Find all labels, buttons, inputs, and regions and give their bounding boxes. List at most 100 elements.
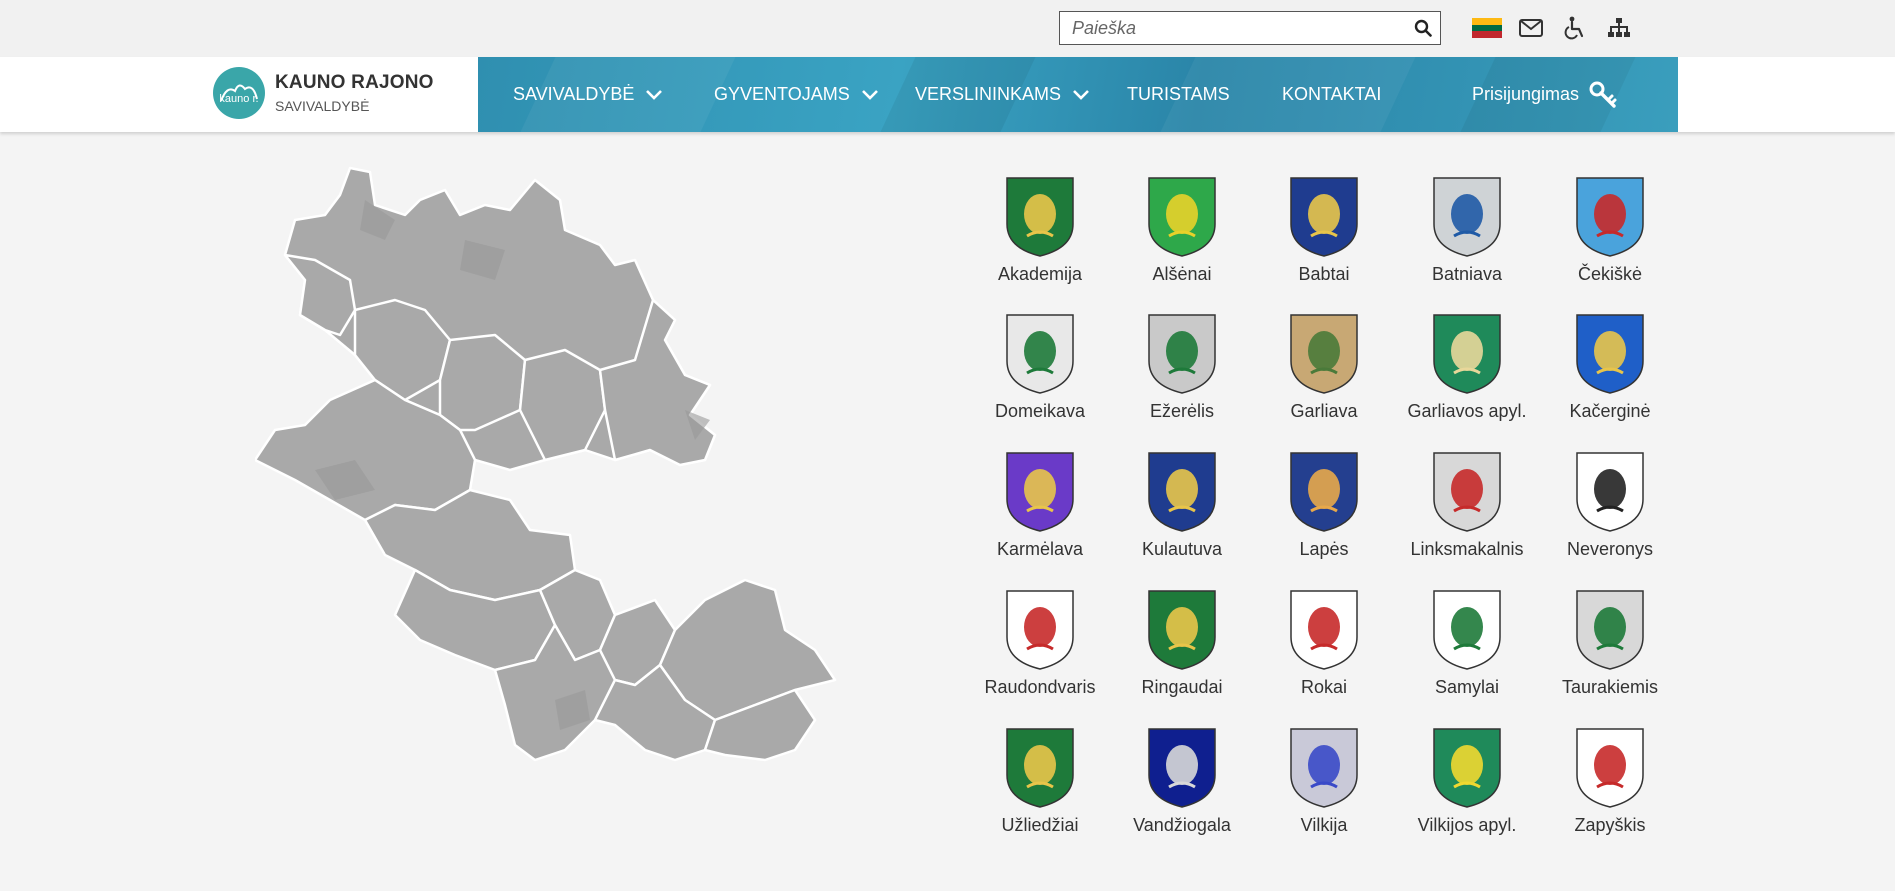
coat-of-arms-label: Neveronys	[1566, 539, 1654, 559]
login-button[interactable]: Prisijungimas	[1472, 57, 1617, 132]
coat-of-arms-icon	[1433, 314, 1501, 394]
coat-of-arms-item[interactable]: Raudondvaris	[970, 589, 1110, 698]
coat-of-arms-item[interactable]: Vilkija	[1254, 727, 1394, 836]
coat-of-arms-item[interactable]: Lapės	[1254, 451, 1394, 560]
coat-of-arms-label: Akademija	[997, 264, 1083, 284]
coat-of-arms-label: Lapės	[1299, 539, 1349, 559]
coat-of-arms-icon	[1006, 452, 1074, 532]
coat-of-arms-item[interactable]: Vandžiogala	[1112, 727, 1252, 836]
coat-of-arms-item[interactable]: Vilkijos apyl.	[1397, 727, 1537, 836]
coat-of-arms-item[interactable]: Neveronys	[1540, 451, 1680, 560]
coat-of-arms-item[interactable]: Taurakiemis	[1540, 589, 1680, 698]
coat-of-arms-icon	[1290, 590, 1358, 670]
coat-of-arms-icon	[1290, 314, 1358, 394]
coat-of-arms-item[interactable]: Kulautuva	[1112, 451, 1252, 560]
coat-of-arms-item[interactable]: Domeikava	[970, 313, 1110, 422]
coat-of-arms-icon	[1290, 452, 1358, 532]
coat-of-arms-icon	[1148, 728, 1216, 808]
coat-of-arms-icon	[1148, 177, 1216, 257]
chevron-down-icon	[646, 89, 663, 100]
site-logo[interactable]: kauno r. KAUNO RAJONO SAVIVALDYBĖ	[213, 67, 434, 119]
nav-item-label: KONTAKTAI	[1282, 84, 1382, 104]
coat-of-arms-item[interactable]: Čekiškė	[1540, 176, 1680, 285]
nav-item-kontaktai[interactable]: KONTAKTAI	[1282, 57, 1381, 132]
coat-of-arms-item[interactable]: Alšėnai	[1112, 176, 1252, 285]
coat-of-arms-icon	[1148, 590, 1216, 670]
coat-of-arms-icon	[1290, 177, 1358, 257]
coat-of-arms-label: Ringaudai	[1141, 677, 1223, 697]
coat-of-arms-icon	[1576, 314, 1644, 394]
coat-of-arms-icon	[1148, 452, 1216, 532]
coat-of-arms-label: Vilkijos apyl.	[1417, 815, 1517, 835]
coat-of-arms-label: Vilkija	[1300, 815, 1348, 835]
coat-of-arms-label: Linksmakalnis	[1410, 539, 1524, 559]
logo-subtitle: SAVIVALDYBĖ	[275, 98, 370, 114]
nav-item-label: TURISTAMS	[1127, 84, 1230, 104]
coat-of-arms-item[interactable]: Karmėlava	[970, 451, 1110, 560]
coat-of-arms-item[interactable]: Ringaudai	[1112, 589, 1252, 698]
mail-icon	[1519, 19, 1543, 37]
coat-of-arms-item[interactable]: Zapyškis	[1540, 727, 1680, 836]
coat-of-arms-item[interactable]: Garliavos apyl.	[1397, 313, 1537, 422]
coat-of-arms-item[interactable]: Babtai	[1254, 176, 1394, 285]
coat-of-arms-item[interactable]: Ežerėlis	[1112, 313, 1252, 422]
nav-item-turistams[interactable]: TURISTAMS	[1127, 57, 1230, 132]
coat-of-arms-icon	[1433, 728, 1501, 808]
coat-of-arms-icon	[1433, 177, 1501, 257]
search-input[interactable]	[1060, 12, 1406, 44]
map-region	[658, 578, 837, 722]
coat-of-arms-item[interactable]: Garliava	[1254, 313, 1394, 422]
utility-bar	[0, 0, 1895, 57]
search-icon	[1414, 19, 1432, 37]
logo-title: KAUNO RAJONO	[275, 72, 434, 93]
coat-of-arms-icon	[1576, 452, 1644, 532]
coat-of-arms-label: Alšėnai	[1152, 264, 1212, 284]
map-region	[363, 488, 577, 602]
coat-of-arms-item[interactable]: Samylai	[1397, 589, 1537, 698]
coat-of-arms-icon	[1006, 590, 1074, 670]
coat-of-arms-label: Raudondvaris	[984, 677, 1096, 697]
coat-of-arms-label: Samylai	[1434, 677, 1500, 697]
nav-item-label: SAVIVALDYBĖ	[513, 84, 635, 104]
logo-emblem: kauno r.	[213, 67, 265, 119]
coat-of-arms-label: Užliedžiai	[1001, 815, 1079, 835]
coat-of-arms-icon	[1576, 177, 1644, 257]
coat-of-arms-item[interactable]: Rokai	[1254, 589, 1394, 698]
district-map[interactable]	[255, 160, 895, 800]
coat-of-arms-item[interactable]: Linksmakalnis	[1397, 451, 1537, 560]
accessibility-icon	[1564, 16, 1584, 40]
language-button[interactable]	[1472, 14, 1502, 42]
coat-of-arms-item[interactable]: Užliedžiai	[970, 727, 1110, 836]
lithuanian-flag-icon	[1472, 18, 1502, 38]
accessibility-button[interactable]	[1560, 14, 1590, 42]
coat-of-arms-icon	[1006, 728, 1074, 808]
coat-of-arms-label: Zapyškis	[1574, 815, 1646, 835]
key-icon	[1589, 81, 1617, 108]
mail-button[interactable]	[1516, 14, 1546, 42]
coat-of-arms-label: Batniava	[1431, 264, 1503, 284]
coat-of-arms-label: Karmėlava	[996, 539, 1084, 559]
coat-of-arms-icon	[1576, 728, 1644, 808]
coat-of-arms-label: Kačerginė	[1569, 401, 1651, 421]
search-button[interactable]	[1406, 12, 1440, 44]
nav-item-savivaldybe[interactable]: SAVIVALDYBĖ	[513, 57, 664, 132]
coat-of-arms-label: Taurakiemis	[1561, 677, 1659, 697]
search-box	[1059, 11, 1441, 45]
coat-of-arms-label: Kulautuva	[1141, 539, 1223, 559]
coat-of-arms-item[interactable]: Batniava	[1397, 176, 1537, 285]
coat-of-arms-icon	[1433, 452, 1501, 532]
nav-item-gyventojams[interactable]: GYVENTOJAMS	[714, 57, 880, 132]
sitemap-icon	[1608, 18, 1630, 37]
coat-of-arms-icon	[1006, 177, 1074, 257]
coat-of-arms-item[interactable]: Akademija	[970, 176, 1110, 285]
coat-of-arms-label: Čekiškė	[1577, 264, 1643, 284]
main-header: kauno r. KAUNO RAJONO SAVIVALDYBĖ SAVIVA…	[0, 57, 1895, 132]
login-label: Prisijungimas	[1472, 84, 1580, 104]
coat-of-arms-label: Garliava	[1290, 401, 1358, 421]
coat-of-arms-item[interactable]: Kačerginė	[1540, 313, 1680, 422]
coat-of-arms-label: Ežerėlis	[1149, 401, 1215, 421]
nav-item-verslininkams[interactable]: VERSLININKAMS	[915, 57, 1091, 132]
sitemap-button[interactable]	[1604, 14, 1634, 42]
nav-item-label: GYVENTOJAMS	[714, 84, 850, 104]
chevron-down-icon	[861, 89, 878, 100]
